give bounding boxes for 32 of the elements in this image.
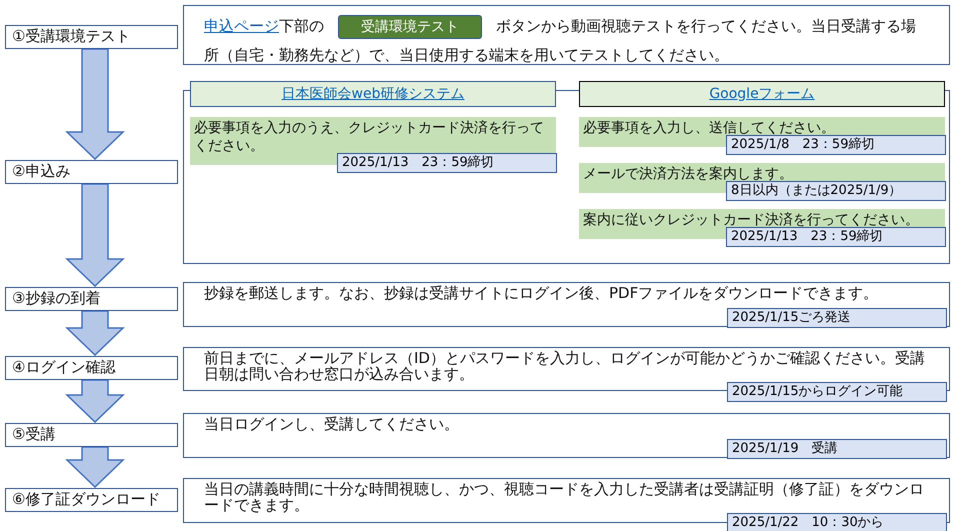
- step-instruction: 必要事項を入力のうえ、クレジットカード決済を行ってください。: [194, 119, 545, 155]
- step-instruction: 必要事項を入力し、送信してください。: [583, 119, 836, 137]
- down-arrow-icon: [65, 311, 125, 356]
- application-page-link[interactable]: 申込ページ: [204, 17, 279, 35]
- date-tag: 2025/1/13 23：59締切: [337, 153, 557, 173]
- down-arrow-icon: [65, 447, 125, 488]
- step-label: ⑥修了証ダウンロード: [5, 488, 178, 512]
- step-description: 当日ログインし、受講してください。: [203, 414, 460, 432]
- step-label: ②申込み: [5, 160, 178, 184]
- down-arrow-icon: [65, 380, 125, 423]
- date-tag: 2025/1/8 23：59締切: [726, 135, 946, 155]
- date-tag: 2025/1/13 23：59締切: [726, 227, 946, 247]
- form-link[interactable]: Googleフォーム: [579, 81, 945, 107]
- date-tag: 2025/1/19 受講: [727, 439, 947, 459]
- date-tag: 8日以内（または2025/1/9）: [726, 181, 946, 201]
- date-tag: 2025/1/22 10：30から: [727, 513, 947, 531]
- date-tag: 2025/1/15からログイン可能: [727, 382, 947, 402]
- step-instruction: 案内に従いクレジットカード決済を行ってください。: [583, 211, 920, 229]
- step-description: 前日までに、メールアドレス（ID）とパスワードを入力し、ログインが可能かどうかご確認ください。受講日朝は問い合わせ窓口が込み合います。: [203, 348, 926, 382]
- step-label: ①受講環境テスト: [5, 25, 178, 49]
- step-label: ⑤受講: [5, 423, 178, 447]
- step-label: ③抄録の到着: [5, 287, 178, 311]
- instruction-text: 申込ページ下部の 受講環境テスト ボタンから動画視聴テストを行ってください。当日受講する場所（自宅・勤務先など）で、当日使用する端末を用いてテストしてください。: [204, 17, 916, 64]
- environment-test-button[interactable]: 受講環境テスト: [338, 15, 482, 39]
- down-arrow-icon: [65, 184, 125, 287]
- step-description: 抄録を郵送します。なお、抄録は受講サイトにログイン後、PDFファイルをダウンロードできます。: [203, 283, 880, 301]
- step-description: 当日の講義時間に十分な時間視聴し、かつ、視聴コードを入力した受講者は受講証明（修了証）をダウンロードできます。: [203, 479, 925, 513]
- down-arrow-icon: [65, 49, 125, 160]
- date-tag: 2025/1/15ごろ発送: [727, 308, 947, 328]
- step-label: ④ログイン確認: [5, 356, 178, 380]
- form-link[interactable]: 日本医師会web研修システム: [190, 81, 556, 107]
- step-instruction: メールで決済方法を案内します。: [583, 165, 794, 183]
